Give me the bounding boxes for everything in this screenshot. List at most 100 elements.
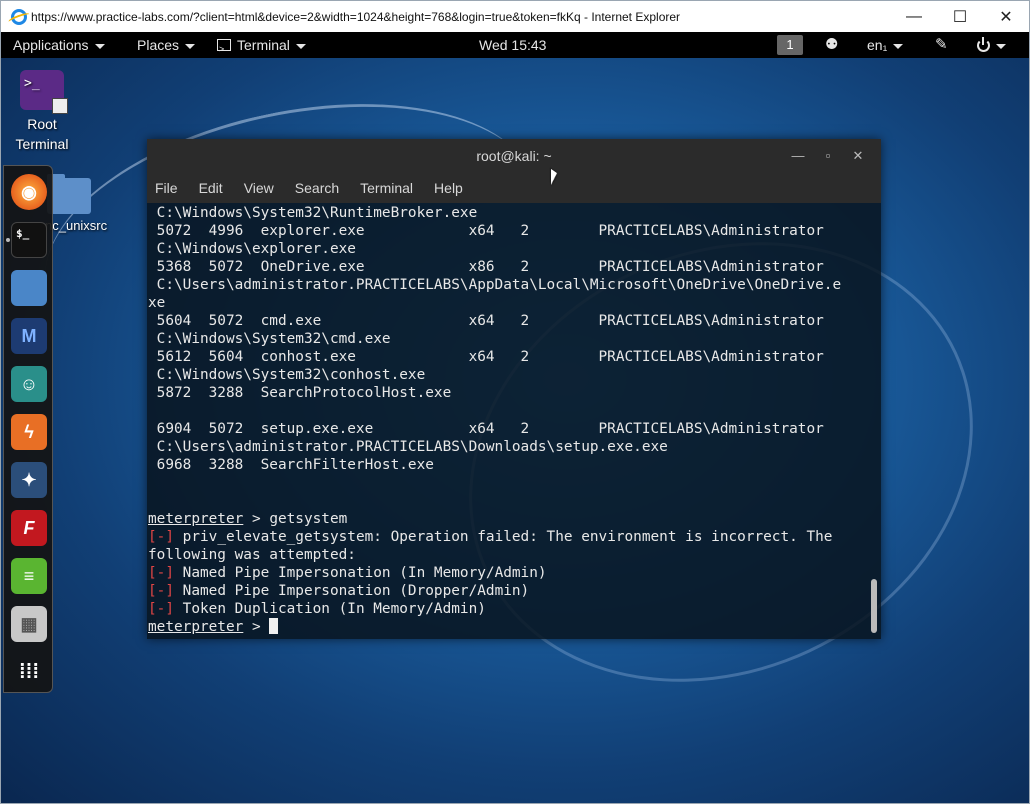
terminal-window: root@kali: ~ — ▫ ✕ File Edit View Search… [147, 139, 881, 639]
text-cursor [269, 618, 279, 634]
places-menu[interactable]: Places [137, 32, 196, 58]
output-line: 5604 5072 cmd.exe x64 2 PRACTICELABS\Adm… [148, 313, 824, 329]
output-line: 5368 5072 OneDrive.exe x86 2 PRACTICELAB… [148, 259, 824, 275]
terminal-title-bar[interactable]: root@kali: ~ — ▫ ✕ [147, 139, 881, 173]
menu-help[interactable]: Help [434, 180, 463, 196]
output-line: 6968 3288 SearchFilterHost.exe [148, 457, 434, 473]
language-label: en₁ [867, 37, 888, 53]
terminal-minimize-button[interactable]: — [783, 139, 813, 173]
camera-icon[interactable]: ⚉ [825, 32, 838, 58]
output-line: 6904 5072 setup.exe.exe x64 2 PRACTICELA… [148, 421, 824, 437]
root-terminal-label-line2: Terminal [15, 136, 69, 152]
error-line: [-] Token Duplication (In Memory/Admin) [148, 600, 866, 618]
settings-icon[interactable]: ▦ [11, 606, 47, 642]
places-label: Places [137, 37, 180, 53]
error-tag: [-] [148, 583, 174, 599]
terminal-maximize-button[interactable]: ▫ [813, 139, 843, 173]
terminal-small-icon [217, 36, 231, 62]
error-tag: [-] [148, 601, 174, 617]
output-line: 5872 3288 SearchProtocolHost.exe [148, 385, 452, 401]
browser-window-controls: — ☐ ✕ [891, 1, 1029, 33]
output-line: C:\Windows\System32\RuntimeBroker.exe [148, 205, 478, 221]
error-text: Named Pipe Impersonation (Dropper/Admin) [174, 583, 530, 599]
terminal-scrollbar[interactable] [870, 203, 878, 639]
dock: ◉ $_ M ☺ ϟ ✦ F ≡ ▦ ⁞⁞⁞ [3, 165, 53, 693]
top-panel: Applications Places Terminal Wed 15:43 1… [1, 32, 1029, 62]
notes-icon[interactable]: ≡ [11, 558, 47, 594]
terminal-app-menu[interactable]: Terminal [217, 32, 306, 62]
root-terminal-icon: >_ [20, 70, 68, 114]
command-text: getsystem [269, 511, 348, 527]
power-icon [977, 37, 990, 52]
files-icon[interactable] [11, 270, 47, 306]
metasploit-icon[interactable]: M [11, 318, 47, 354]
output-line: C:\Windows\explorer.exe [148, 241, 356, 257]
prompt-separator: > [243, 619, 270, 635]
menu-search[interactable]: Search [295, 180, 339, 196]
power-menu[interactable] [977, 32, 1006, 58]
error-line: [-] Named Pipe Impersonation (In Memory/… [148, 564, 866, 582]
browser-close-button[interactable]: ✕ [983, 1, 1029, 33]
chevron-down-icon [996, 43, 1006, 49]
root-terminal-desktop-icon[interactable]: >_ Root Terminal [11, 70, 73, 154]
kali-desktop: Applications Places Terminal Wed 15:43 1… [0, 32, 1030, 804]
terminal-window-controls: — ▫ ✕ [783, 139, 873, 173]
root-terminal-label-line1: Root [27, 116, 57, 132]
firefox-icon[interactable]: ◉ [11, 174, 47, 210]
chevron-down-icon [185, 43, 196, 49]
clock[interactable]: Wed 15:43 [479, 32, 546, 58]
terminal-menubar: File Edit View Search Terminal Help [147, 173, 881, 203]
error-text: priv_elevate_getsystem: Operation failed… [174, 529, 833, 545]
browser-title: https://www.practice-labs.com/?client=ht… [31, 9, 681, 24]
error-text: Token Duplication (In Memory/Admin) [174, 601, 486, 617]
pen-icon[interactable]: ✎ [935, 32, 948, 58]
burpsuite-icon[interactable]: ϟ [11, 414, 47, 450]
terminal-icon[interactable]: $_ [11, 222, 47, 258]
maltego-icon[interactable]: ✦ [11, 462, 47, 498]
error-continuation-line: following was attempted: [148, 547, 356, 563]
error-text: Named Pipe Impersonation (In Memory/Admi… [174, 565, 547, 581]
output-line: xe [148, 295, 166, 311]
chevron-down-icon [295, 43, 306, 49]
error-tag: [-] [148, 565, 174, 581]
menu-view[interactable]: View [244, 180, 274, 196]
meterpreter-prompt: meterpreter [148, 511, 244, 527]
mouse-pointer-icon [551, 168, 557, 190]
terminal-output[interactable]: C:\Windows\System32\RuntimeBroker.exe 50… [148, 203, 866, 639]
command-line: meterpreter > getsystem [148, 510, 866, 528]
output-line: C:\Users\administrator.PRACTICELABS\AppD… [148, 277, 842, 293]
output-line: C:\Users\administrator.PRACTICELABS\Down… [148, 439, 668, 455]
app-grid-icon[interactable]: ⁞⁞⁞ [11, 654, 47, 690]
applications-label: Applications [13, 37, 89, 53]
workspace-indicator[interactable]: 1 [777, 35, 803, 55]
output-line: 5072 4996 explorer.exe x64 2 PRACTICELAB… [148, 223, 824, 239]
chevron-down-icon [893, 43, 904, 49]
ie-logo-icon [11, 8, 27, 25]
menu-file[interactable]: File [155, 180, 178, 196]
scrollbar-thumb[interactable] [871, 579, 877, 633]
output-line: C:\Windows\System32\conhost.exe [148, 367, 426, 383]
browser-minimize-button[interactable]: — [891, 1, 937, 33]
prompt-separator: > [243, 511, 270, 527]
browser-title-bar: https://www.practice-labs.com/?client=ht… [0, 0, 1030, 32]
error-tag: [-] [148, 529, 174, 545]
folder-label: nc_unixsrc [45, 218, 108, 233]
output-line: C:\Windows\System32\cmd.exe [148, 331, 391, 347]
error-line: [-] priv_elevate_getsystem: Operation fa… [148, 528, 866, 546]
applications-menu[interactable]: Applications [13, 32, 105, 58]
folder-icon[interactable] [47, 174, 91, 214]
active-prompt-line[interactable]: meterpreter > [148, 618, 866, 636]
terminal-app-label: Terminal [237, 37, 290, 53]
faraday-icon[interactable]: F [11, 510, 47, 546]
armitage-icon[interactable]: ☺ [11, 366, 47, 402]
menu-terminal[interactable]: Terminal [360, 180, 413, 196]
browser-maximize-button[interactable]: ☐ [937, 1, 983, 33]
output-line: 5612 5604 conhost.exe x64 2 PRACTICELABS… [148, 349, 824, 365]
menu-edit[interactable]: Edit [199, 180, 223, 196]
terminal-title: root@kali: ~ [476, 148, 552, 164]
chevron-down-icon [94, 43, 105, 49]
terminal-close-button[interactable]: ✕ [843, 139, 873, 173]
language-menu[interactable]: en₁ [867, 32, 904, 58]
